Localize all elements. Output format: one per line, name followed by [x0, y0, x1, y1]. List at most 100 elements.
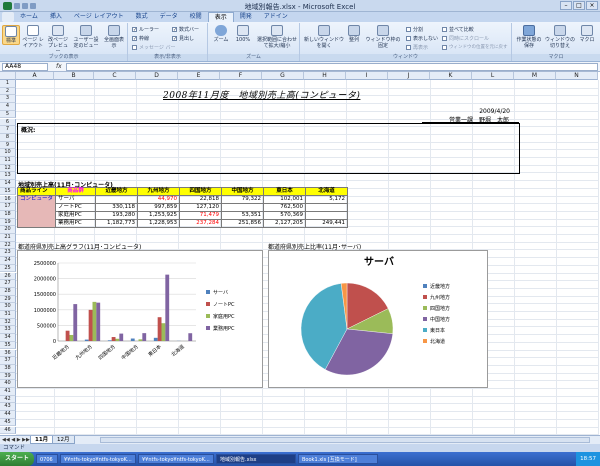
horizontal-scrollbar[interactable]: [100, 437, 590, 443]
row-header[interactable]: 6: [0, 118, 16, 127]
row-header[interactable]: 2: [0, 87, 16, 96]
close-button[interactable]: ×: [586, 1, 598, 10]
value-cell[interactable]: 102,001: [263, 195, 307, 204]
row-header[interactable]: 25: [0, 264, 16, 273]
value-cell[interactable]: 237,284: [179, 219, 223, 228]
row-header[interactable]: 9: [0, 141, 16, 150]
column-header-j[interactable]: J: [388, 72, 430, 80]
header-shikoku[interactable]: 四国地方: [179, 187, 223, 196]
row-header[interactable]: 45: [0, 418, 16, 427]
category-cell[interactable]: コンピュータ: [16, 195, 57, 228]
taskbar-button[interactable]: Book1.xls [互換モード]: [298, 454, 378, 464]
header-hokkaido[interactable]: 北海道: [305, 187, 349, 196]
sheet-tab-nov[interactable]: 11月: [30, 436, 54, 444]
row-header[interactable]: 38: [0, 364, 16, 373]
row-header[interactable]: 37: [0, 357, 16, 365]
header-kyushu[interactable]: 九州地方: [137, 187, 181, 196]
reset-window-position-button[interactable]: ウィンドウの位置を元に戻す: [442, 44, 508, 50]
taskbar-button[interactable]: ¥¥ntfs-tokyo¥ntfs-tokyoK...: [60, 454, 136, 464]
column-header-k[interactable]: K: [430, 72, 472, 80]
row-header[interactable]: 18: [0, 210, 16, 219]
row-header[interactable]: 3: [0, 95, 16, 104]
custom-views-button[interactable]: ユーザー設定のビュー: [72, 25, 100, 49]
value-cell[interactable]: 22,818: [179, 195, 223, 204]
row-header[interactable]: 30: [0, 303, 16, 311]
row-header[interactable]: 43: [0, 403, 16, 412]
sheet-tab-dec[interactable]: 12月: [52, 436, 75, 444]
tab-addins[interactable]: アドイン: [258, 12, 294, 22]
row-header[interactable]: 34: [0, 334, 16, 342]
zoom-button[interactable]: ズーム: [212, 25, 230, 43]
message-bar-checkbox[interactable]: メッセージ バー: [132, 44, 176, 51]
hide-button[interactable]: 表示しない: [406, 35, 438, 42]
header-product-line[interactable]: 商品ライン: [16, 187, 57, 196]
row-header[interactable]: 11: [0, 157, 16, 165]
headings-checkbox[interactable]: ✓ 見出し: [172, 35, 194, 42]
row-header[interactable]: 7: [0, 126, 16, 134]
row-header[interactable]: 26: [0, 272, 16, 281]
column-header-d[interactable]: D: [136, 72, 178, 80]
value-cell[interactable]: 44,970: [137, 195, 181, 204]
value-cell[interactable]: 5,172: [305, 195, 349, 204]
macro-button[interactable]: マクロ: [578, 25, 596, 43]
value-cell[interactable]: [305, 203, 349, 212]
row-header[interactable]: 22: [0, 241, 16, 250]
column-header-h[interactable]: H: [304, 72, 346, 80]
column-header-m[interactable]: M: [514, 72, 556, 80]
row-header[interactable]: 8: [0, 133, 16, 142]
tab-insert[interactable]: 挿入: [44, 12, 68, 22]
insert-function-button[interactable]: fx: [56, 63, 62, 70]
row-header[interactable]: 39: [0, 372, 16, 381]
value-cell[interactable]: 127,120: [179, 203, 223, 212]
value-cell[interactable]: 762,500: [263, 203, 307, 212]
row-header[interactable]: 33: [0, 326, 16, 335]
row-header[interactable]: 36: [0, 349, 16, 358]
column-header-b[interactable]: B: [54, 72, 94, 80]
row-header[interactable]: 13: [0, 172, 16, 181]
formula-input[interactable]: [66, 63, 598, 71]
office-button[interactable]: [2, 12, 14, 22]
value-cell[interactable]: 1,253,925: [137, 211, 181, 220]
pie-chart[interactable]: サーバ 近畿地方 九州地方 四国地方 中国地方 東日本 北海道: [268, 250, 488, 388]
row-header[interactable]: 29: [0, 295, 16, 304]
value-cell[interactable]: 1,182,773: [95, 219, 139, 228]
row-header[interactable]: 10: [0, 149, 16, 157]
value-cell[interactable]: 71,479: [179, 211, 223, 220]
row-header[interactable]: 15: [0, 187, 16, 196]
row-header[interactable]: 20: [0, 226, 16, 234]
tab-review[interactable]: 校閲: [184, 12, 208, 22]
value-cell[interactable]: 79,322: [221, 195, 265, 204]
column-header-g[interactable]: G: [262, 72, 304, 80]
page-layout-button[interactable]: ページ レイアウト: [22, 25, 44, 49]
row-header[interactable]: 12: [0, 164, 16, 173]
row-header[interactable]: 46: [0, 426, 16, 435]
arrange-all-button[interactable]: 整列: [346, 25, 362, 43]
ruler-checkbox[interactable]: ✓ ルーラー: [132, 26, 159, 33]
taskbar-button[interactable]: 0706: [36, 454, 58, 464]
value-cell[interactable]: 53,351: [221, 211, 265, 220]
row-header[interactable]: 1: [0, 80, 16, 88]
row-header[interactable]: 41: [0, 388, 16, 396]
row-header[interactable]: 35: [0, 341, 16, 350]
value-cell[interactable]: 249,441: [305, 219, 349, 228]
item-cell[interactable]: ノートPC: [55, 203, 97, 212]
column-header-c[interactable]: C: [94, 72, 136, 80]
row-header[interactable]: 32: [0, 318, 16, 327]
row-header[interactable]: 28: [0, 287, 16, 296]
column-header-i[interactable]: I: [346, 72, 388, 80]
select-all-corner[interactable]: [0, 72, 16, 80]
value-cell[interactable]: 570,369: [263, 211, 307, 220]
item-cell[interactable]: 家庭用PC: [55, 211, 97, 220]
worksheet-grid[interactable]: 2008年11月度 地域別売上高(コンピュータ) 2009/4/20 営業一課 …: [0, 72, 600, 435]
column-header-l[interactable]: L: [472, 72, 514, 80]
row-header[interactable]: 14: [0, 180, 16, 188]
tab-formulas[interactable]: 数式: [130, 12, 154, 22]
full-screen-button[interactable]: 全画面表示: [102, 25, 126, 49]
name-box[interactable]: AA48: [2, 63, 48, 71]
zoom-selection-button[interactable]: 選択範囲に合わせて拡大/縮小: [256, 25, 298, 49]
row-header[interactable]: 27: [0, 280, 16, 288]
row-header[interactable]: 40: [0, 380, 16, 388]
tab-home[interactable]: ホーム: [14, 12, 44, 22]
normal-view-button[interactable]: 標準: [2, 25, 20, 45]
value-cell[interactable]: 330,118: [95, 203, 139, 212]
